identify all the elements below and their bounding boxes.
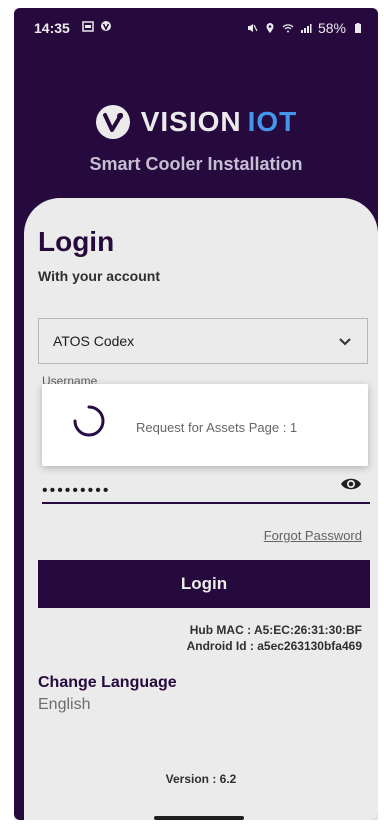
spinner-icon bbox=[73, 405, 105, 437]
progress-message: Request for Assets Page : 1 bbox=[136, 420, 298, 435]
progress-dialog: Request for Assets Page : 1 bbox=[42, 384, 368, 466]
